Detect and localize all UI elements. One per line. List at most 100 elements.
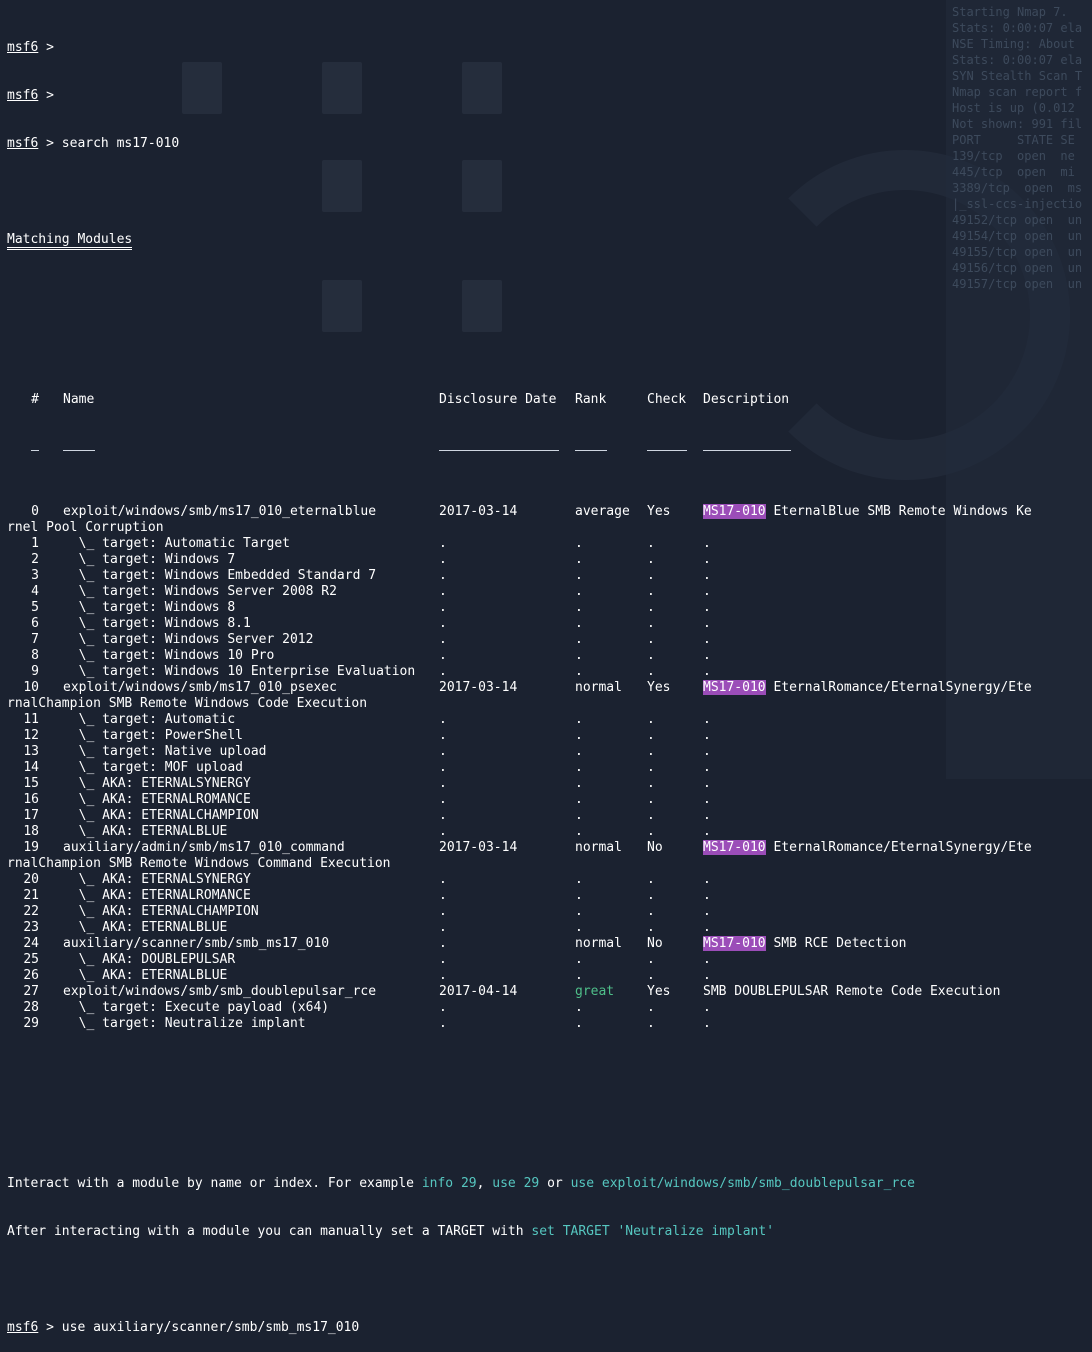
prompt-line: msf6 > — [7, 88, 54, 103]
row-num: 3 — [31, 568, 39, 583]
match-highlight: MS17-010 — [703, 680, 766, 695]
row-description: . — [703, 648, 1092, 664]
table-row[interactable]: 4 \_ target: Windows Server 2008 R2.... — [7, 584, 1092, 600]
table-row[interactable]: 23 \_ AKA: ETERNALBLUE.... — [7, 920, 1092, 936]
table-row[interactable]: 29 \_ target: Neutralize implant.... — [7, 1016, 1092, 1032]
table-row[interactable]: 10 exploit/windows/smb/ms17_010_psexec 201… — [7, 680, 1092, 696]
table-row[interactable]: 15 \_ AKA: ETERNALSYNERGY.... — [7, 776, 1092, 792]
row-spacer — [39, 792, 63, 808]
table-row[interactable]: 17 \_ AKA: ETERNALCHAMPION.... — [7, 808, 1092, 824]
row-rank: . — [575, 600, 583, 615]
description-text: . — [703, 568, 711, 583]
table-row[interactable]: 6 \_ target: Windows 8.1.... — [7, 616, 1092, 632]
row-spacer — [39, 584, 63, 600]
row-rank: . — [575, 824, 583, 839]
table-row[interactable]: 9 \_ target: Windows 10 Enterprise Evalu… — [7, 664, 1092, 680]
row-rank: normal — [575, 680, 622, 695]
help-command-use-path[interactable]: use exploit/windows/smb/smb_doublepulsar… — [571, 1176, 915, 1191]
row-num: 9 — [31, 664, 39, 679]
row-check: Yes — [647, 680, 671, 695]
row-check: . — [647, 632, 655, 647]
header-num: # — [31, 392, 39, 407]
row-name: auxiliary/admin/smb/ms17_010_command — [63, 840, 345, 855]
row-num: 10 — [23, 680, 39, 695]
row-spacer — [39, 952, 63, 968]
row-spacer — [39, 872, 63, 888]
row-num: 28 — [23, 1000, 39, 1015]
table-row[interactable]: 20 \_ AKA: ETERNALSYNERGY.... — [7, 872, 1092, 888]
row-description: . — [703, 872, 1092, 888]
row-check: . — [647, 920, 655, 935]
table-row[interactable]: 26 \_ AKA: ETERNALBLUE.... — [7, 968, 1092, 984]
help-command-use[interactable]: use 29 — [492, 1176, 539, 1191]
row-name: \_ target: Native upload — [63, 744, 267, 759]
row-spacer — [39, 936, 63, 952]
table-row[interactable]: 13 \_ target: Native upload.... — [7, 744, 1092, 760]
row-check: Yes — [647, 984, 671, 999]
table-row[interactable]: 2 \_ target: Windows 7.... — [7, 552, 1092, 568]
row-description-wrap: rnel Pool Corruption — [7, 520, 164, 535]
description-text: . — [703, 776, 711, 791]
table-row[interactable]: 24 auxiliary/scanner/smb/smb_ms17_010. nor… — [7, 936, 1092, 952]
row-rank: . — [575, 1000, 583, 1015]
description-text: . — [703, 728, 711, 743]
row-spacer — [39, 776, 63, 792]
table-row[interactable]: 11 \_ target: Automatic.... — [7, 712, 1092, 728]
help-text: or — [539, 1176, 571, 1191]
row-rank: . — [575, 1016, 583, 1031]
help-line-1: Interact with a module by name or index.… — [7, 1176, 1092, 1192]
row-date: . — [439, 728, 447, 743]
prompt-line: msf6 > — [7, 40, 54, 55]
row-rank: . — [575, 920, 583, 935]
row-check: . — [647, 664, 655, 679]
table-row[interactable]: 22 \_ AKA: ETERNALCHAMPION.... — [7, 904, 1092, 920]
table-header-underline — [7, 440, 1092, 456]
table-row[interactable]: 0 exploit/windows/smb/ms17_010_eternalblu… — [7, 504, 1092, 520]
table-row[interactable]: 21 \_ AKA: ETERNALROMANCE.... — [7, 888, 1092, 904]
terminal-output[interactable]: msf6 > msf6 > msf6 > search ms17-010 Mat… — [7, 8, 1092, 1335]
row-check: . — [647, 600, 655, 615]
row-description: . — [703, 744, 1092, 760]
description-text: . — [703, 712, 711, 727]
description-text: . — [703, 808, 711, 823]
table-row[interactable]: 18 \_ AKA: ETERNALBLUE.... — [7, 824, 1092, 840]
command-text[interactable]: use auxiliary/scanner/smb/smb_ms17_010 — [54, 1320, 359, 1335]
row-check: . — [647, 792, 655, 807]
table-row[interactable]: 1 \_ target: Automatic Target.... — [7, 536, 1092, 552]
row-spacer — [39, 744, 63, 760]
table-body: 0 exploit/windows/smb/ms17_010_eternalblu… — [7, 504, 1092, 1032]
row-date: . — [439, 968, 447, 983]
help-command-info[interactable]: info 29 — [422, 1176, 477, 1191]
row-num: 25 — [23, 952, 39, 967]
row-rank: . — [575, 648, 583, 663]
row-spacer — [39, 824, 63, 840]
table-row[interactable]: 25 \_ AKA: DOUBLEPULSAR.... — [7, 952, 1092, 968]
table-row[interactable]: 3 \_ target: Windows Embedded Standard 7… — [7, 568, 1092, 584]
row-name: exploit/windows/smb/ms17_010_psexec — [63, 680, 337, 695]
row-date: . — [439, 712, 447, 727]
row-num: 7 — [31, 632, 39, 647]
table-row[interactable]: 28 \_ target: Execute payload (x64).... — [7, 1000, 1092, 1016]
row-name: \_ target: PowerShell — [63, 728, 244, 743]
table-row[interactable]: 7 \_ target: Windows Server 2012.... — [7, 632, 1092, 648]
table-row[interactable]: 8 \_ target: Windows 10 Pro.... — [7, 648, 1092, 664]
results-heading: Matching Modules — [7, 233, 133, 250]
row-description: . — [703, 760, 1092, 776]
table-row[interactable]: 14 \_ target: MOF upload.... — [7, 760, 1092, 776]
row-num: 22 — [23, 904, 39, 919]
table-row[interactable]: 19 auxiliary/admin/smb/ms17_010_command 20… — [7, 840, 1092, 856]
description-text: . — [703, 648, 711, 663]
table-row[interactable]: 5 \_ target: Windows 8.... — [7, 600, 1092, 616]
table-row[interactable]: 27 exploit/windows/smb/smb_doublepulsar_r… — [7, 984, 1092, 1000]
table-row[interactable]: 16 \_ AKA: ETERNALROMANCE.... — [7, 792, 1092, 808]
row-name: \_ AKA: DOUBLEPULSAR — [63, 952, 236, 967]
description-text: . — [703, 664, 711, 679]
table-row[interactable]: 12 \_ target: PowerShell.... — [7, 728, 1092, 744]
help-command-set-target[interactable]: set TARGET 'Neutralize implant' — [531, 1224, 774, 1239]
row-rank: . — [575, 792, 583, 807]
row-spacer — [39, 680, 63, 696]
row-rank: . — [575, 776, 583, 791]
row-date: . — [439, 936, 447, 951]
row-name: \_ AKA: ETERNALBLUE — [63, 968, 228, 983]
row-spacer — [39, 1000, 63, 1016]
